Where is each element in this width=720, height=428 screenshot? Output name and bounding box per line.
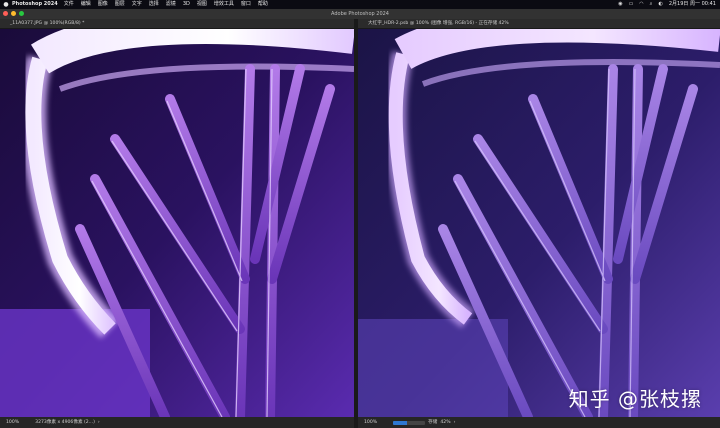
save-label: 存储 — [428, 420, 438, 425]
menu-layer[interactable]: 图层 — [115, 0, 125, 9]
menu-plugins[interactable]: 增效工具 — [214, 0, 234, 9]
control-center-icon[interactable]: ◐ — [658, 0, 662, 9]
search-icon[interactable]: ⌕ — [650, 0, 653, 9]
battery-icon[interactable]: ▭ — [629, 0, 634, 9]
menu-edit[interactable]: 编辑 — [81, 0, 91, 9]
minimize-window-button[interactable] — [11, 11, 16, 16]
menu-help[interactable]: 帮助 — [258, 0, 268, 9]
left-zoom-level[interactable]: 100% — [6, 417, 19, 428]
left-document-tab-label: _11A0377.JPG @ 100%(RGB/8) * — [10, 21, 85, 26]
window-title-bar: Adobe Photoshop 2024 — [0, 9, 720, 19]
menu-filter[interactable]: 滤镜 — [166, 0, 176, 9]
window-controls — [3, 11, 24, 16]
right-document-tab-label: 大红字_HDR-2.psb @ 100% (图像 增强, RGB/16) - 正… — [368, 21, 509, 26]
clock[interactable]: 2月19日 周一 00:41 — [669, 0, 716, 9]
chevron-right-icon[interactable]: › — [98, 417, 100, 428]
right-zoom-level[interactable]: 100% — [364, 417, 377, 428]
left-document-info[interactable]: 3273像素 x 4906像素 (2...) — [35, 417, 95, 428]
app-menu[interactable]: Photoshop 2024 — [12, 0, 58, 9]
save-progress-text: 42% — [440, 420, 451, 425]
menu-window[interactable]: 窗口 — [241, 0, 251, 9]
watermark: 知乎 @张枝摞 — [568, 387, 702, 411]
apple-logo-icon[interactable]: ● — [0, 0, 12, 9]
maximize-window-button[interactable] — [19, 11, 24, 16]
save-progress-fill — [393, 420, 407, 425]
menu-type[interactable]: 文字 — [132, 0, 142, 9]
record-icon[interactable]: ◉ — [618, 0, 622, 9]
menu-select[interactable]: 选择 — [149, 0, 159, 9]
tab-right-document[interactable]: 大红字_HDR-2.psb @ 100% (图像 增强, RGB/16) - 正… — [358, 19, 720, 29]
chevron-right-icon[interactable]: › — [454, 417, 456, 428]
left-status-bar: 100% 3273像素 x 4906像素 (2...) › — [0, 417, 354, 428]
menu-view[interactable]: 视图 — [197, 0, 207, 9]
menu-3d[interactable]: 3D — [183, 0, 190, 9]
menu-file[interactable]: 文件 — [64, 0, 74, 9]
left-document-canvas[interactable] — [0, 29, 354, 417]
close-window-button[interactable] — [3, 11, 8, 16]
menu-bar: ● Photoshop 2024 文件 编辑 图像 图层 文字 选择 滤镜 3D… — [0, 0, 720, 9]
right-status-bar: 100% 存储 42% › — [358, 417, 720, 428]
right-photo — [358, 29, 720, 417]
left-photo — [0, 29, 354, 417]
wifi-icon[interactable]: ◠ — [639, 0, 643, 9]
right-document-canvas[interactable] — [358, 29, 720, 417]
status-menus: ◉ ▭ ◠ ⌕ ◐ 2月19日 周一 00:41 — [618, 0, 720, 9]
menu-image[interactable]: 图像 — [98, 0, 108, 9]
save-progress-bar — [393, 420, 426, 425]
window-title: Adobe Photoshop 2024 — [331, 11, 389, 17]
tab-left-document[interactable]: _11A0377.JPG @ 100%(RGB/8) * — [0, 19, 354, 29]
